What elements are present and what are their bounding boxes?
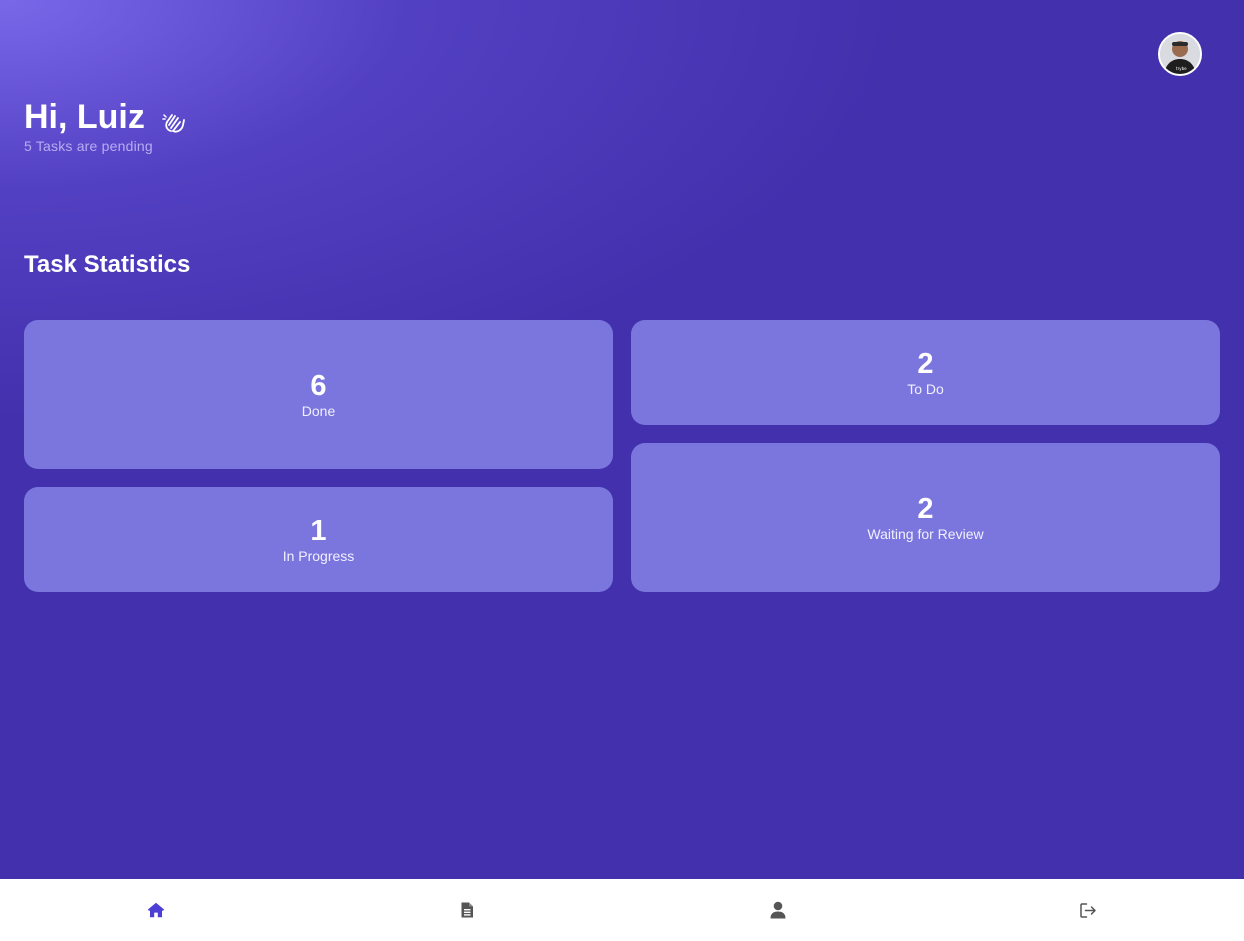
svg-text:trybe: trybe [1176, 66, 1187, 71]
stat-label: In Progress [282, 547, 355, 564]
pending-tasks-text: 5 Tasks are pending [24, 138, 153, 154]
nav-logout-button[interactable] [933, 879, 1244, 941]
user-avatar-image: trybe [1160, 34, 1200, 74]
stat-value: 1 [310, 514, 327, 547]
stat-label: To Do [907, 380, 944, 397]
wave-hand-icon [161, 104, 187, 133]
stat-value: 6 [310, 369, 327, 402]
greeting-text: Hi, Luiz [24, 98, 145, 136]
bottom-nav [0, 879, 1244, 941]
stat-card-done: 6 Done [24, 320, 613, 469]
stat-value: 2 [917, 492, 934, 525]
stat-card-waiting-review: 2 Waiting for Review [631, 443, 1220, 592]
user-icon [770, 901, 785, 919]
document-icon [461, 902, 473, 918]
nav-tasks-button[interactable] [311, 879, 622, 941]
nav-home-button[interactable] [0, 879, 311, 941]
stat-value: 2 [917, 347, 934, 380]
section-title: Task Statistics [24, 251, 191, 278]
avatar[interactable]: trybe [1158, 32, 1202, 76]
stat-card-in-progress: 1 In Progress [24, 487, 613, 592]
stat-card-to-do: 2 To Do [631, 320, 1220, 425]
logout-icon [1080, 902, 1096, 918]
stat-label: Waiting for Review [867, 525, 984, 542]
nav-profile-button[interactable] [622, 879, 933, 941]
greeting-heading: Hi, Luiz [24, 97, 187, 137]
home-icon [147, 902, 164, 918]
stat-label: Done [301, 402, 336, 419]
